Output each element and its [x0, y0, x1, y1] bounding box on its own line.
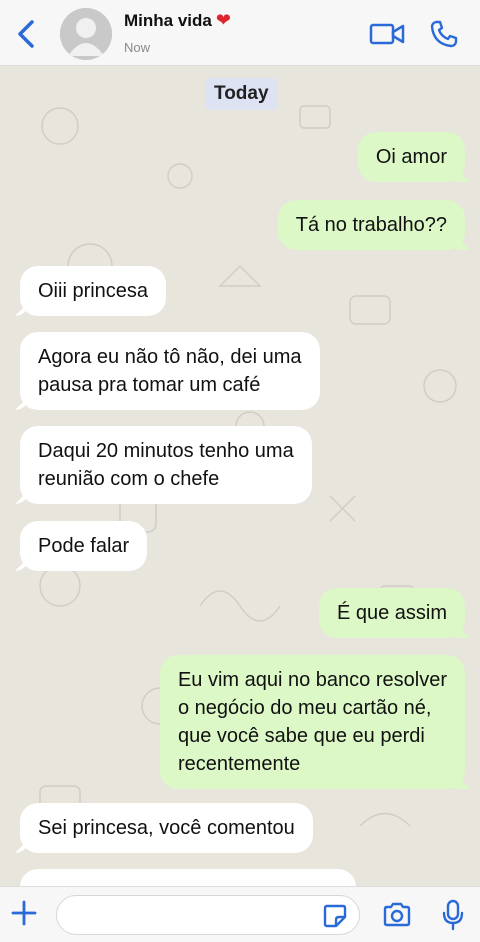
contact-name[interactable]: Minha vida ❤ [124, 10, 231, 31]
message-bubble-incoming[interactable]: Daqui 20 minutos tenho uma reunião com o… [20, 426, 312, 504]
heart-icon: ❤ [215, 10, 231, 30]
message-bubble-outgoing[interactable]: É que assim [318, 588, 465, 638]
contact-status: Now [124, 40, 151, 55]
microphone-icon[interactable] [442, 899, 464, 931]
message-bubble-outgoing[interactable]: Tá no trabalho?? [277, 200, 465, 250]
plus-icon[interactable] [10, 899, 38, 927]
default-avatar-icon [60, 8, 112, 60]
video-camera-icon[interactable] [368, 20, 406, 48]
message-input[interactable] [56, 895, 360, 935]
date-chip: Today [205, 78, 278, 110]
chevron-left-icon[interactable] [14, 18, 38, 50]
sticker-icon[interactable] [322, 903, 348, 929]
chat-area[interactable]: Today Oi amor Tá no trabalho?? Oiii prin… [0, 66, 480, 886]
message-bubble-incoming[interactable]: Oiii princesa [20, 266, 167, 316]
camera-icon[interactable] [382, 901, 412, 929]
message-bubble-outgoing[interactable]: Eu vim aqui no banco resolver o negócio … [159, 655, 465, 789]
message-bubble-incoming[interactable]: Agora eu não tô não, dei uma pausa pra t… [20, 332, 320, 410]
message-bubble-incoming[interactable]: Sei princesa, você comentou [20, 803, 313, 853]
message-bubble-incoming-partial[interactable] [20, 869, 356, 886]
contact-name-text: Minha vida [124, 11, 212, 30]
message-bubble-incoming[interactable]: Pode falar [20, 521, 148, 571]
phone-icon[interactable] [428, 18, 460, 50]
chat-header: Minha vida ❤ Now [0, 0, 480, 66]
message-bubble-outgoing[interactable]: Oi amor [357, 132, 465, 182]
composer-bar [0, 886, 480, 942]
avatar[interactable] [60, 8, 112, 60]
